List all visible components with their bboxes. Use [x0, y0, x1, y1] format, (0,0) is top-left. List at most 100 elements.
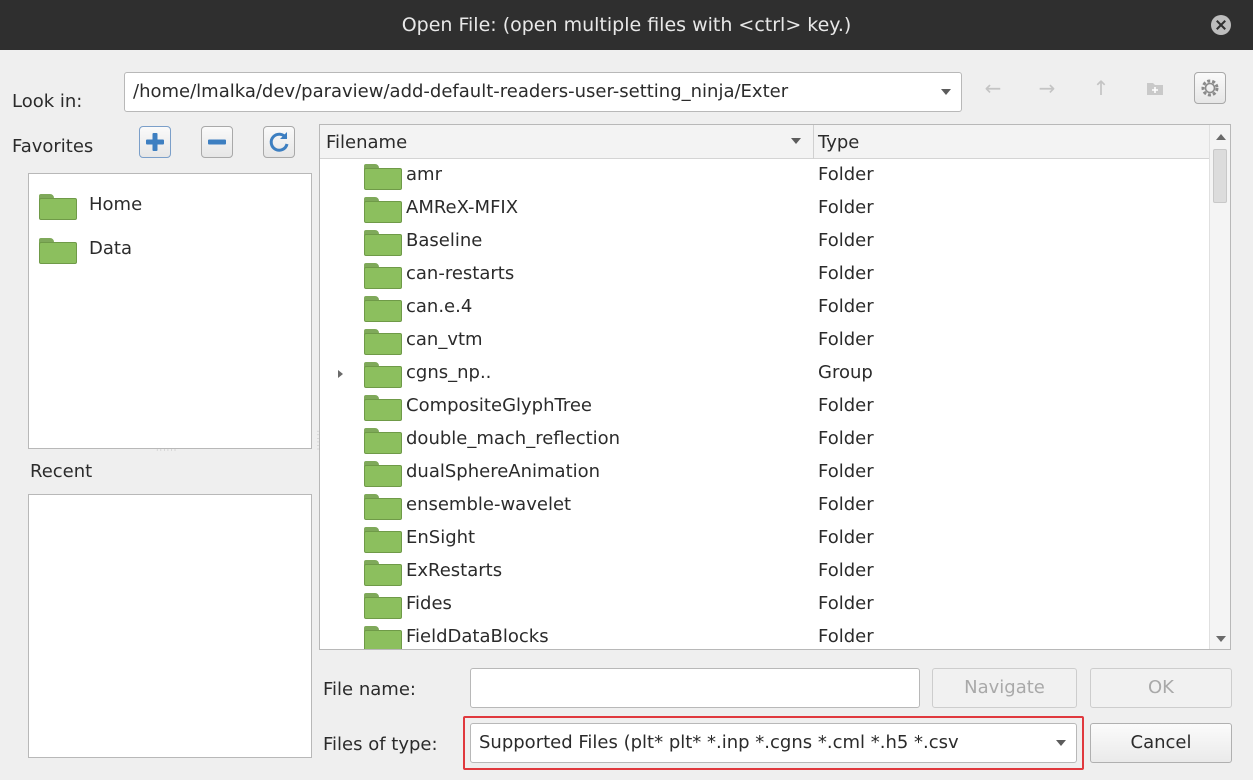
chevron-down-icon[interactable] [1056, 740, 1066, 746]
file-name-cell: can_vtm [406, 329, 483, 350]
file-type-cell: Folder [818, 164, 874, 185]
open-file-dialog: Look in: /home/lmalka/dev/paraview/add-d… [0, 50, 1253, 780]
file-name-cell: ExRestarts [406, 560, 503, 581]
file-name-cell: AMReX-MFIX [406, 197, 519, 218]
settings-button[interactable] [1194, 72, 1226, 104]
column-header-type[interactable]: Type [818, 132, 859, 153]
file-list-header: Filename Type [320, 125, 1210, 159]
look-in-label: Look in: [12, 91, 83, 112]
file-type-cell: Folder [818, 626, 874, 647]
add-favorite-button[interactable] [139, 126, 171, 158]
up-arrow-icon[interactable]: ↑ [1088, 75, 1114, 101]
table-row[interactable]: Baseline Folder [320, 226, 1210, 259]
file-type-cell: Folder [818, 296, 874, 317]
table-row[interactable]: can-restarts Folder [320, 259, 1210, 292]
cancel-button[interactable]: Cancel [1090, 723, 1232, 763]
file-name-cell: cgns_np.. [406, 362, 492, 383]
table-row[interactable]: Fides Folder [320, 589, 1210, 622]
table-row[interactable]: amr Folder [320, 160, 1210, 193]
table-row[interactable]: ensemble-wavelet Folder [320, 490, 1210, 523]
table-row[interactable]: AMReX-MFIX Folder [320, 193, 1210, 226]
folder-icon [364, 230, 402, 256]
file-list: Filename Type amr Folder AMReX-MFIX Folder B… [319, 124, 1231, 650]
folder-icon [364, 593, 402, 619]
file-type-cell: Folder [818, 428, 874, 449]
folder-icon [364, 527, 402, 553]
sort-down-icon[interactable] [791, 138, 801, 144]
file-name-cell: CompositeGlyphTree [406, 395, 593, 416]
close-icon[interactable] [1211, 15, 1231, 35]
file-name-cell: Fides [406, 593, 452, 614]
files-of-type-label: Files of type: [323, 734, 438, 755]
scroll-down-icon[interactable] [1216, 636, 1226, 642]
back-arrow-icon[interactable]: ← [980, 75, 1006, 101]
folder-icon [364, 263, 402, 289]
recent-list [28, 494, 312, 758]
forward-arrow-icon[interactable]: → [1034, 75, 1060, 101]
folder-icon [364, 164, 402, 190]
file-type-cell: Folder [818, 329, 874, 350]
table-row[interactable]: can_vtm Folder [320, 325, 1210, 358]
file-type-cell: Folder [818, 527, 874, 548]
folder-icon [364, 329, 402, 355]
table-row[interactable]: can.e.4 Folder [320, 292, 1210, 325]
expand-arrow-icon[interactable] [338, 370, 343, 378]
table-row[interactable]: EnSight Folder [320, 523, 1210, 556]
ok-button[interactable]: OK [1090, 668, 1232, 708]
look-in-combo[interactable]: /home/lmalka/dev/paraview/add-default-re… [124, 72, 962, 112]
title-bar: Open File: (open multiple files with <ct… [0, 0, 1253, 50]
vertical-scrollbar[interactable] [1209, 125, 1230, 649]
folder-icon [364, 362, 402, 388]
window-title: Open File: (open multiple files with <ct… [401, 14, 852, 36]
folder-icon [364, 494, 402, 520]
file-name-cell: EnSight [406, 527, 476, 548]
file-name-cell: double_mach_reflection [406, 428, 621, 449]
navigate-button[interactable]: Navigate [932, 668, 1077, 708]
folder-icon [39, 238, 77, 264]
file-type-cell: Folder [818, 395, 874, 416]
file-name-cell: amr [406, 164, 442, 185]
chevron-down-icon[interactable] [941, 89, 951, 95]
look-in-path: /home/lmalka/dev/paraview/add-default-re… [133, 81, 789, 102]
file-name-input[interactable] [470, 668, 920, 708]
refresh-button[interactable] [263, 126, 295, 158]
remove-favorite-button[interactable] [201, 126, 233, 158]
favorite-label: Data [89, 238, 132, 259]
file-type-cell: Folder [818, 593, 874, 614]
folder-icon [364, 197, 402, 223]
table-row[interactable]: FieldDataBlocks Folder [320, 622, 1210, 649]
file-name-label: File name: [323, 679, 416, 700]
minus-icon [208, 139, 226, 145]
file-name-cell: ensemble-wavelet [406, 494, 572, 515]
files-of-type-value: Supported Files (plt* plt* *.inp *.cgns … [479, 732, 959, 753]
folder-icon [39, 194, 77, 220]
scroll-up-icon[interactable] [1216, 134, 1226, 140]
file-name-cell: can.e.4 [406, 296, 473, 317]
table-row[interactable]: double_mach_reflection Folder [320, 424, 1210, 457]
folder-icon [364, 296, 402, 322]
splitter-handle[interactable]: ······ [156, 446, 177, 455]
file-name-cell: can-restarts [406, 263, 515, 284]
table-row[interactable]: cgns_np.. Group [320, 358, 1210, 391]
refresh-icon [269, 132, 289, 152]
file-type-cell: Folder [818, 560, 874, 581]
scroll-thumb[interactable] [1213, 149, 1227, 203]
table-row[interactable]: ExRestarts Folder [320, 556, 1210, 589]
file-type-cell: Folder [818, 263, 874, 284]
favorites-list: Home Data [28, 173, 312, 449]
file-type-cell: Folder [818, 461, 874, 482]
folder-icon [364, 560, 402, 586]
new-folder-icon[interactable] [1142, 75, 1168, 101]
table-row[interactable]: dualSphereAnimation Folder [320, 457, 1210, 490]
folder-icon [364, 626, 402, 649]
file-type-cell: Group [818, 362, 873, 383]
table-row[interactable]: CompositeGlyphTree Folder [320, 391, 1210, 424]
column-header-filename[interactable]: Filename [326, 132, 407, 153]
file-name-cell: dualSphereAnimation [406, 461, 601, 482]
folder-icon [364, 428, 402, 454]
files-of-type-combo[interactable]: Supported Files (plt* plt* *.inp *.cgns … [470, 723, 1077, 763]
folder-icon [364, 461, 402, 487]
file-type-cell: Folder [818, 230, 874, 251]
settings-gear-icon [1201, 79, 1219, 97]
file-name-cell: Baseline [406, 230, 483, 251]
